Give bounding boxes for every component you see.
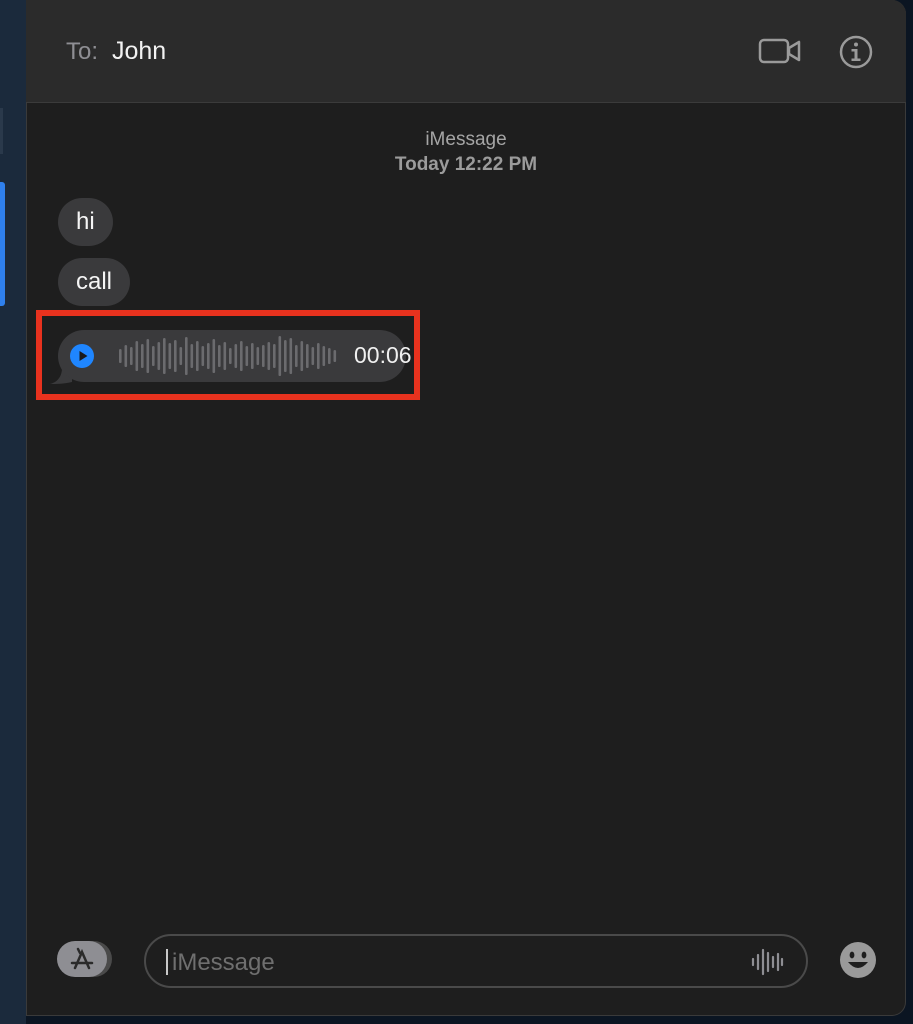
service-label: iMessage — [425, 129, 507, 150]
messages-window: To: John iMessage Today 12:22 PM hi call — [26, 0, 906, 1016]
message-field[interactable] — [144, 934, 808, 988]
sidebar-divider — [0, 108, 3, 154]
video-camera-icon[interactable] — [758, 36, 802, 66]
emoji-icon[interactable] — [838, 940, 878, 980]
conversation-header: To: John — [26, 0, 906, 103]
info-icon[interactable] — [838, 34, 874, 70]
sidebar-selection-indicator — [0, 182, 5, 306]
text-caret — [166, 949, 168, 975]
to-label: To: — [66, 38, 99, 65]
message-input[interactable] — [170, 944, 734, 982]
highlight-box — [36, 310, 420, 400]
message-bubble[interactable]: call — [58, 258, 131, 306]
sidebar-edge — [0, 0, 26, 1024]
message-bubble[interactable]: hi — [58, 198, 113, 246]
app-store-icon[interactable] — [56, 940, 114, 978]
recipient-name[interactable]: John — [112, 37, 166, 66]
audio-waveform-icon[interactable] — [750, 947, 784, 977]
thread-timestamp: Today 12:22 PM — [394, 154, 538, 175]
